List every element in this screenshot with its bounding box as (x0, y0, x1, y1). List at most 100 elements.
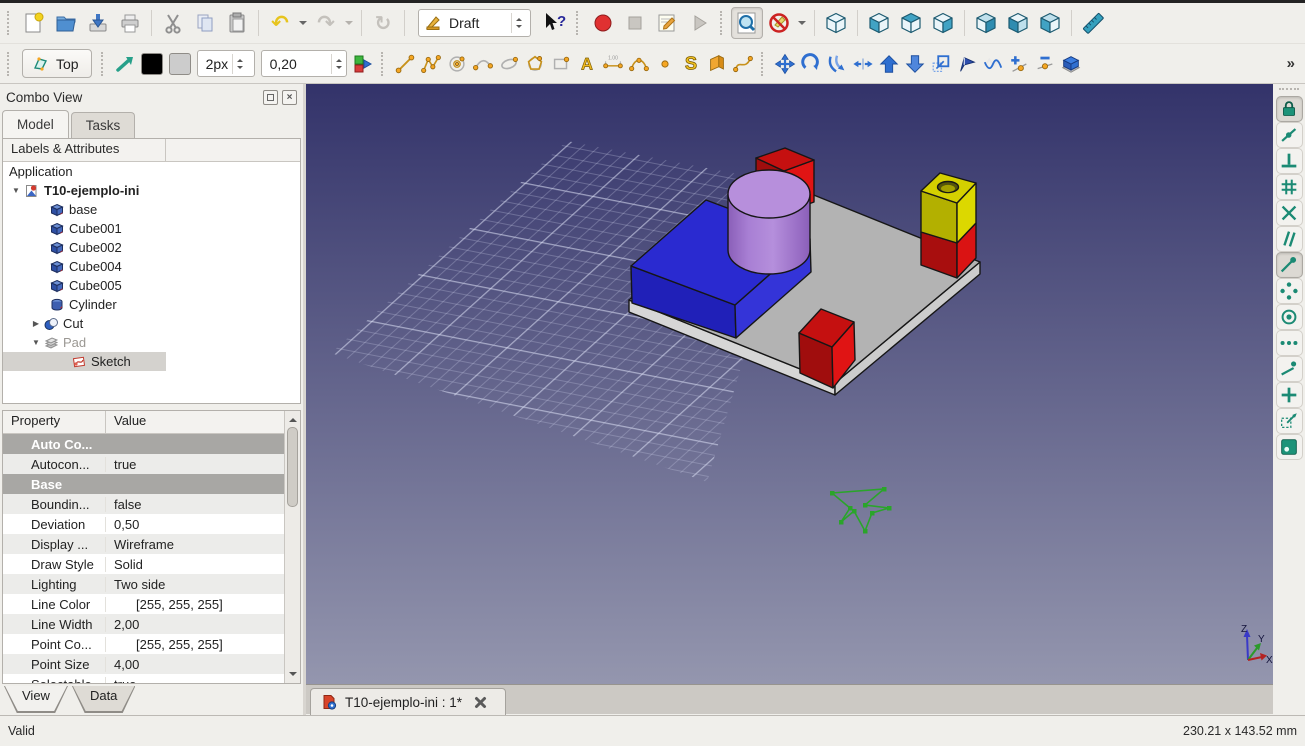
tab-view[interactable]: View (4, 686, 68, 713)
tree-item[interactable]: Cylinder (3, 295, 300, 314)
draft-upgrade-button[interactable] (876, 48, 902, 80)
draw-style-dropdown[interactable] (795, 7, 809, 39)
tree-item[interactable]: Cube002 (3, 238, 300, 257)
whats-this-button[interactable]: ? (539, 7, 571, 39)
toggle-construction-mode-button[interactable] (112, 48, 138, 80)
save-button[interactable] (82, 7, 114, 39)
draft-ellipse-button[interactable] (496, 48, 522, 80)
workbench-selector[interactable]: Draft (418, 9, 532, 37)
property-row[interactable]: Lighting Two side (3, 574, 285, 594)
draft-scale-button[interactable] (928, 48, 954, 80)
tree-item[interactable]: ▶ Cut (3, 314, 300, 333)
property-row[interactable]: Point Size 4,00 (3, 654, 285, 674)
draft-line-button[interactable] (392, 48, 418, 80)
snap-center-button[interactable] (1275, 304, 1303, 330)
tab-tasks[interactable]: Tasks (70, 112, 136, 138)
draft-add-point-button[interactable] (1006, 48, 1032, 80)
property-row[interactable]: Line Width 2,00 (3, 614, 285, 634)
tree-item-application[interactable]: Application (3, 162, 300, 181)
snap-lock-button[interactable] (1275, 96, 1303, 122)
draft-rotate-button[interactable] (798, 48, 824, 80)
snap-midpoint-button[interactable] (1275, 122, 1303, 148)
draft-bspline-button[interactable] (626, 48, 652, 80)
panel-float-button[interactable] (263, 89, 278, 105)
snap-special-button[interactable] (1275, 278, 1303, 304)
macro-play-button[interactable] (683, 7, 715, 39)
workbench-spin-arrows[interactable] (511, 13, 526, 33)
snap-working-plane-button[interactable] (1275, 434, 1303, 460)
property-row[interactable]: Autocon... true (3, 454, 285, 474)
macro-edit-button[interactable] (651, 7, 683, 39)
snap-endpoint-button[interactable] (1275, 252, 1303, 278)
view-rear-button[interactable] (970, 7, 1002, 39)
draft-circle-button[interactable] (444, 48, 470, 80)
3d-viewport[interactable]: Z Y X (306, 84, 1273, 684)
tree-item-selected[interactable]: Sketch (3, 352, 166, 371)
working-plane-button[interactable]: Top (22, 49, 92, 78)
draft-edit-button[interactable] (954, 48, 980, 80)
draft-bezier-button[interactable] (730, 48, 756, 80)
expander-closed-icon[interactable]: ▶ (31, 319, 41, 328)
toolbar-handle[interactable] (100, 51, 107, 76)
view-bottom-button[interactable] (1002, 7, 1034, 39)
toolbar-handle[interactable] (7, 11, 13, 35)
copy-button[interactable] (189, 7, 221, 39)
draft-dimension-button[interactable]: 1.00 (600, 48, 626, 80)
text-scale-spinner[interactable]: 0,20 (260, 50, 347, 77)
view-right-button[interactable] (927, 7, 959, 39)
snap-perpendicular-button[interactable] (1275, 148, 1303, 174)
view-top-button[interactable] (895, 7, 927, 39)
draft-remove-point-button[interactable] (1032, 48, 1058, 80)
undo-button[interactable]: ↶ (264, 7, 296, 39)
draft-polygon-button[interactable] (522, 48, 548, 80)
property-row[interactable]: Point Co... [255, 255, 255] (3, 634, 285, 654)
tree-item[interactable]: base (3, 200, 300, 219)
line-color-swatch[interactable] (140, 52, 163, 75)
property-column-header[interactable]: Property (3, 411, 106, 433)
tab-close-button[interactable] (474, 696, 487, 709)
view-axonometric-button[interactable] (820, 7, 852, 39)
property-group[interactable]: Auto Co... (3, 434, 285, 454)
redo-dropdown[interactable] (342, 7, 356, 39)
tree-item-document[interactable]: ▼ T10-ejemplo-ini (3, 181, 300, 200)
spin-arrows[interactable] (232, 53, 247, 74)
scrollbar-thumb[interactable] (287, 427, 298, 507)
view-front-button[interactable] (863, 7, 895, 39)
paste-button[interactable] (221, 7, 253, 39)
tree-item[interactable]: ▼ Pad (3, 333, 300, 352)
toolbar-handle[interactable] (1279, 88, 1299, 93)
toolbar-handle[interactable] (720, 11, 726, 35)
snap-grid-button[interactable] (1275, 174, 1303, 200)
tree-item[interactable]: Cube001 (3, 219, 300, 238)
tab-model[interactable]: Model (2, 110, 69, 138)
draft-wire-to-bspline-button[interactable] (980, 48, 1006, 80)
toolbar-handle[interactable] (380, 51, 387, 76)
snap-near-button[interactable] (1275, 356, 1303, 382)
face-color-swatch[interactable] (168, 52, 191, 75)
draw-style-button[interactable] (763, 7, 795, 39)
draft-arc-button[interactable] (470, 48, 496, 80)
toolbar-handle[interactable] (7, 51, 13, 76)
value-column-header[interactable]: Value (106, 411, 300, 433)
line-width-spinner[interactable]: 2px (196, 50, 255, 77)
tree-item[interactable]: Cube005 (3, 276, 300, 295)
scroll-down-arrow[interactable] (285, 668, 300, 682)
snap-parallel-button[interactable] (1275, 226, 1303, 252)
draft-to-sketch-button[interactable] (1058, 48, 1084, 80)
document-tab[interactable]: T10-ejemplo-ini : 1* (310, 688, 507, 715)
measure-distance-button[interactable] (1077, 7, 1109, 39)
toolbar-handle[interactable] (576, 11, 582, 35)
panel-close-button[interactable]: × (282, 89, 297, 105)
fit-all-button[interactable] (731, 7, 764, 39)
model-yellow-block[interactable] (920, 172, 977, 244)
expander-open-icon[interactable]: ▼ (31, 338, 41, 347)
apply-style-button[interactable] (350, 48, 376, 80)
undo-dropdown[interactable] (296, 7, 310, 39)
open-document-button[interactable] (50, 7, 82, 39)
property-row[interactable]: Display ... Wireframe (3, 534, 285, 554)
tree-item[interactable]: Cube004 (3, 257, 300, 276)
property-row[interactable]: Draw Style Solid (3, 554, 285, 574)
property-row[interactable]: Deviation 0,50 (3, 514, 285, 534)
draft-offset-button[interactable] (824, 48, 850, 80)
spin-arrows[interactable] (330, 53, 346, 74)
